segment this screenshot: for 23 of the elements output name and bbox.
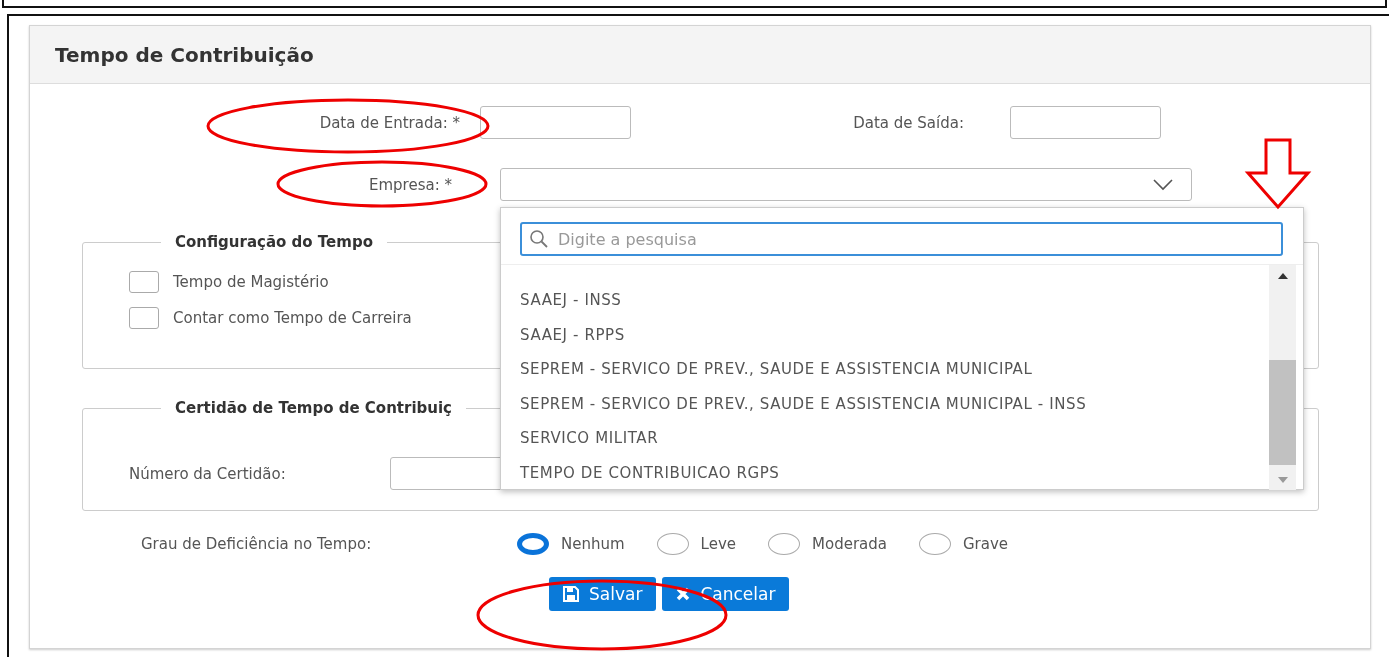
checkbox-label: Contar como Tempo de Carreira (173, 309, 412, 327)
field-label: Data de Saída: (852, 113, 965, 132)
radio-label: Grave (963, 535, 1009, 553)
dropdown-option[interactable]: TEMPO DE CONTRIBUICAO RGPS (501, 455, 1303, 490)
field-label: Número da Certidão: (129, 464, 287, 483)
search-field[interactable]: Digite a pesquisa (520, 222, 1283, 256)
panel-title: Tempo de Contribuição (55, 42, 314, 67)
dropdown-option[interactable]: SEPREM - SERVICO DE PREV., SAUDE E ASSISTENCIA MUNICIPAL - INSS (501, 386, 1303, 421)
checkbox-label: Tempo de Magistério (173, 273, 329, 291)
save-button[interactable]: Salvar (549, 577, 657, 611)
field-label: Grau de Deficiência no Tempo: (141, 535, 373, 553)
section-legend: Configuração do Tempo (161, 233, 387, 251)
section-legend: Certidão de Tempo de Contribuiç (161, 399, 466, 417)
field-label: Empresa: * (368, 175, 453, 194)
dropdown-option[interactable]: SEPREM - SERVICO DE PREV., SAUDE E ASSISTENCIA MUNICIPAL (501, 352, 1303, 387)
cancel-button[interactable]: Cancelar (662, 577, 790, 611)
radio-label: Moderada (812, 535, 887, 553)
dropdown-option[interactable]: SERVICO MILITAR (501, 421, 1303, 456)
dropdown-option[interactable]: SAAEJ - RPPS (501, 317, 1303, 352)
dropdown-option[interactable]: SAAEJ - INSS (501, 283, 1303, 318)
field-label: Data de Entrada: * (318, 113, 461, 132)
radio-label: Leve (700, 535, 737, 553)
radio-label: Nenhum (561, 535, 625, 553)
